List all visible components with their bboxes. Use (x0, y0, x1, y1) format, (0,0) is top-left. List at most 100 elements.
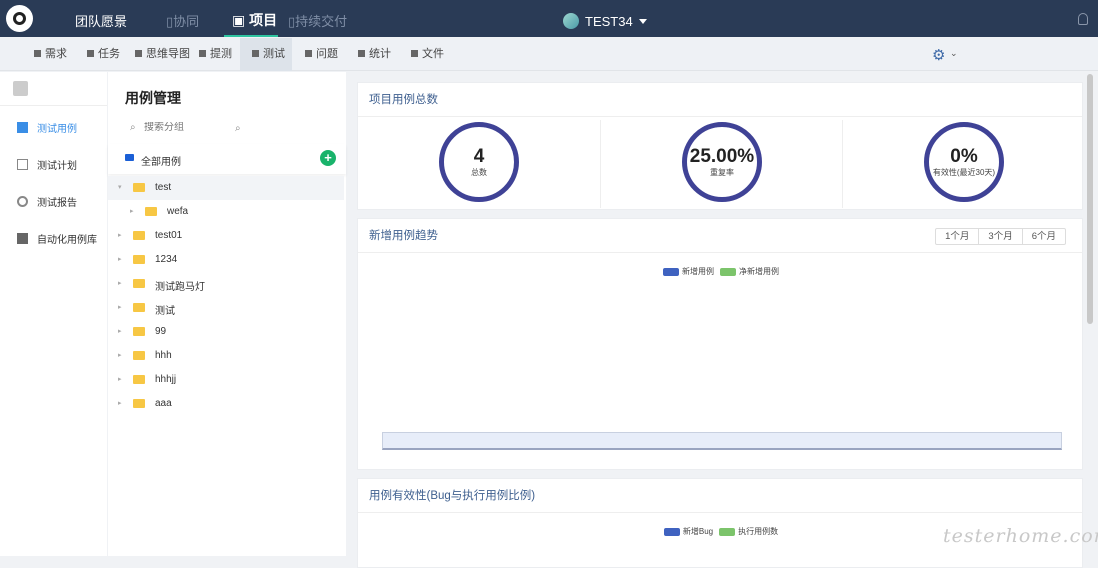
caret-right-icon[interactable]: ▸ (118, 231, 122, 239)
monitor-icon (199, 50, 206, 57)
search-icon[interactable]: ⌕ (235, 123, 241, 134)
legend-net-new[interactable]: 净新增用例 (720, 266, 779, 277)
sidebar-item-test-report[interactable]: 测试报告 (17, 194, 77, 209)
search-input[interactable] (144, 122, 264, 133)
legend-executed[interactable]: 执行用例数 (719, 526, 778, 537)
subnav-files[interactable]: 文件 (405, 38, 450, 71)
card-title: 项目用例总数 (358, 83, 1082, 117)
legend-new[interactable]: 新增用例 (663, 266, 714, 277)
subnav-label: 统计 (369, 48, 391, 60)
legend-new-bug[interactable]: 新增Bug (663, 526, 713, 537)
caret-right-icon[interactable]: ▸ (130, 207, 134, 215)
logo[interactable] (6, 5, 33, 32)
tree-node[interactable]: ▸ test01 (108, 224, 344, 248)
cube-icon (17, 233, 28, 244)
range-6m-button[interactable]: 6个月 (1021, 229, 1065, 244)
tree-node[interactable]: ▸ hhh (108, 344, 344, 368)
nav-project[interactable]: ▣ 项目 (232, 10, 277, 30)
sidebar-header (0, 72, 107, 106)
subnav-submit-test[interactable]: 提测 (193, 38, 238, 71)
chevron-down-icon[interactable]: ⌄ (950, 48, 958, 59)
monitor-icon (252, 50, 259, 57)
folder-icon (133, 279, 145, 288)
range-1m-button[interactable]: 1个月 (936, 229, 978, 244)
caret-right-icon[interactable]: ▸ (118, 255, 122, 263)
stat-label: 总数 (471, 168, 487, 177)
tree-node-label: wefa (167, 206, 189, 217)
subnav-issue[interactable]: 问题 (299, 38, 344, 71)
nav-collab[interactable]: ▯协同 (166, 11, 199, 30)
watermark: testerhome.com (943, 525, 1098, 547)
folder-icon (133, 255, 145, 264)
tree-node[interactable]: ▾ test (108, 176, 344, 200)
subnav-label: 测试 (263, 48, 285, 60)
tree-node[interactable]: ▸ hhhjj (108, 368, 344, 392)
subnav-label: 问题 (316, 48, 338, 60)
subnav-label: 需求 (45, 48, 67, 60)
collapse-icon[interactable] (13, 81, 28, 96)
nav-cd[interactable]: ▯持续交付 (288, 11, 347, 30)
stat-value: 0% (950, 146, 978, 167)
stat-label: 有效性(最近30天) (932, 168, 996, 177)
folder-icon (133, 399, 145, 408)
folder-icon (125, 154, 134, 161)
caret-down-icon[interactable]: ▾ (118, 183, 122, 191)
tree-node[interactable]: ▸ 测试跑马灯 (108, 272, 344, 296)
grid-icon (17, 122, 28, 133)
list-icon (87, 50, 94, 57)
all-cases-row[interactable]: 全部用例 (108, 144, 346, 174)
tree-node[interactable]: ▸ aaa (108, 392, 344, 416)
caret-right-icon[interactable]: ▸ (118, 399, 122, 407)
sidebar-item-test-cases[interactable]: 测试用例 (17, 120, 77, 135)
datazoom-slider[interactable] (382, 432, 1062, 450)
subnav-task[interactable]: 任务 (81, 38, 126, 71)
subnav-stats[interactable]: 统计 (352, 38, 397, 71)
sidebar-item-test-plan[interactable]: 测试计划 (17, 157, 77, 172)
project-name: TEST34 (585, 13, 633, 29)
tree-node-label: aaa (155, 398, 172, 409)
scrollbar-thumb[interactable] (1087, 74, 1093, 324)
stat-ring: 25.00% 重复率 (682, 122, 762, 202)
caret-down-icon (638, 18, 647, 24)
caret-right-icon[interactable]: ▸ (118, 375, 122, 383)
bug-icon (305, 50, 312, 57)
project-selector[interactable]: TEST34 (563, 13, 647, 29)
trend-card: 新增用例趋势 1个月 3个月 6个月 新增用例 净新增用例 (357, 218, 1083, 470)
folder-icon (133, 303, 145, 312)
nav-project-label: 项目 (249, 12, 278, 28)
panel-title: 用例管理 (125, 90, 181, 106)
nav-collab-label: 协同 (173, 14, 200, 29)
user-icon[interactable] (1078, 13, 1088, 25)
scrollbar[interactable] (1086, 72, 1094, 556)
sidebar-item-automation[interactable]: 自动化用例库 (17, 231, 97, 246)
project-avatar (563, 13, 579, 29)
gear-icon[interactable]: ⚙ (932, 46, 945, 64)
caret-right-icon[interactable]: ▸ (118, 351, 122, 359)
subnav-test[interactable]: 测试 (240, 38, 292, 71)
sidebar-item-label: 测试用例 (37, 124, 77, 135)
tree-node[interactable]: ▸ 1234 (108, 248, 344, 272)
person-icon (34, 50, 41, 57)
tree-node[interactable]: ▸ wefa (108, 200, 344, 224)
sidebar-item-label: 自动化用例库 (37, 235, 97, 246)
nav-team-vision[interactable]: 团队愿景 (75, 11, 127, 30)
stat-value: 4 (473, 146, 485, 167)
caret-right-icon[interactable]: ▸ (118, 327, 122, 335)
subnav-mindmap[interactable]: 思维导图 (129, 38, 196, 71)
tree-node[interactable]: ▸ 测试 (108, 296, 344, 320)
caret-right-icon[interactable]: ▸ (118, 279, 122, 287)
folder-icon (133, 231, 145, 240)
tree-node[interactable]: ▸ 99 (108, 320, 344, 344)
range-3m-button[interactable]: 3个月 (978, 229, 1021, 244)
effectiveness-card: 用例有效性(Bug与执行用例比例) 新增Bug 执行用例数 (357, 478, 1083, 568)
tree-node-label: test01 (155, 230, 183, 241)
folder-icon (133, 375, 145, 384)
left-sidebar: 测试用例 测试计划 测试报告 自动化用例库 (0, 72, 107, 556)
tree-node-label: hhh (155, 350, 172, 361)
tree-node-label: hhhjj (155, 374, 177, 385)
add-group-button[interactable]: + (320, 150, 336, 166)
caret-right-icon[interactable]: ▸ (118, 303, 122, 311)
eye-icon (13, 12, 26, 25)
subnav-requirement[interactable]: 需求 (28, 38, 73, 71)
tree-node-label: 测试跑马灯 (155, 282, 205, 293)
